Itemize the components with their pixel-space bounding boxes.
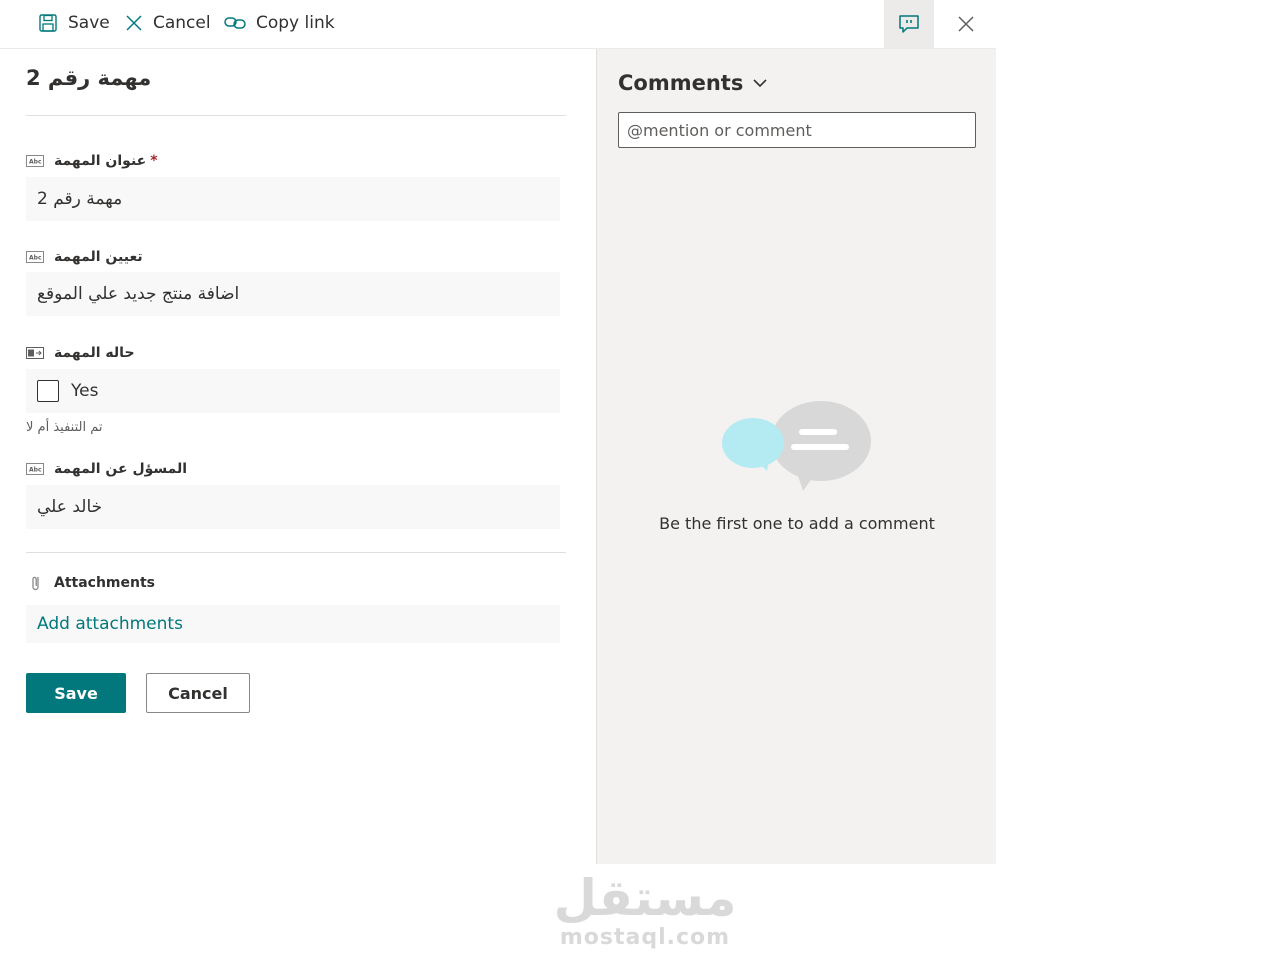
comments-empty-text: Be the first one to add a comment <box>659 514 935 533</box>
task-title-value: مهمة رقم 2 <box>37 189 123 209</box>
close-panel-button[interactable] <box>941 0 991 48</box>
field-label-row-task-status: حاله المهمة <box>26 343 135 363</box>
save-icon <box>39 14 57 32</box>
task-status-field: Yes <box>26 369 560 413</box>
toolbar-cancel-label: Cancel <box>153 13 211 33</box>
task-status-checkbox-label: Yes <box>71 381 99 401</box>
chat-bubbles-icon <box>722 401 871 491</box>
toggle-comments-button[interactable] <box>884 0 934 48</box>
svg-text:Abc: Abc <box>29 159 42 166</box>
toolbar-copy-link-label: Copy link <box>256 13 335 33</box>
watermark-latin: mostaql.com <box>559 925 731 950</box>
field-label-task-owner: المسؤل عن المهمة <box>54 461 188 477</box>
task-owner-value: خالد علي <box>37 497 103 517</box>
save-button[interactable]: Save <box>26 673 126 713</box>
task-status-hint: تم التنفيذ أم لا <box>26 420 103 435</box>
chevron-down-icon <box>753 78 767 87</box>
cancel-button[interactable]: Cancel <box>146 673 250 713</box>
toolbar-save-label: Save <box>68 13 110 33</box>
field-label-task-assignment: تعيين المهمة <box>54 249 143 265</box>
task-assignment-input[interactable]: اضافة منتج جديد علي الموقع <box>26 272 560 316</box>
item-title: مهمة رقم 2 <box>26 66 152 90</box>
text-field-icon: Abc <box>26 463 44 475</box>
mostaql-watermark: مستقل mostaql.com <box>540 870 750 950</box>
comments-header-label: Comments <box>618 71 744 95</box>
comment-icon <box>899 15 919 33</box>
close-icon <box>958 16 974 32</box>
task-owner-input[interactable]: خالد علي <box>26 485 560 529</box>
required-marker: * <box>150 153 158 169</box>
svg-text:Abc: Abc <box>29 467 42 474</box>
attachments-divider <box>26 552 566 553</box>
comments-header[interactable]: Comments <box>618 71 767 95</box>
watermark-arabic: مستقل <box>553 869 737 927</box>
field-label-task-title: عنوان المهمة <box>54 153 147 169</box>
paperclip-icon <box>26 574 44 592</box>
text-field-icon: Abc <box>26 251 44 263</box>
title-divider <box>26 115 566 116</box>
task-status-checkbox[interactable] <box>37 380 59 402</box>
add-attachments-link[interactable]: Add attachments <box>37 614 183 634</box>
attachments-label: Attachments <box>54 575 156 591</box>
field-label-row-task-title: Abc عنوان المهمة * <box>26 151 158 171</box>
text-field-icon: Abc <box>26 155 44 167</box>
toolbar-save-button[interactable]: Save <box>38 0 110 46</box>
task-title-input[interactable]: مهمة رقم 2 <box>26 177 560 221</box>
field-label-row-task-owner: Abc المسؤل عن المهمة <box>26 459 187 479</box>
yes-no-field-icon <box>26 347 44 359</box>
comments-pane: Comments Be the first one to add a comme… <box>596 49 996 864</box>
svg-text:Abc: Abc <box>29 255 42 262</box>
field-label-row-task-assignment: Abc تعيين المهمة <box>26 247 143 267</box>
toolbar-copy-link-button[interactable]: Copy link <box>224 0 335 46</box>
comments-empty-illustration <box>721 399 873 495</box>
comment-input[interactable] <box>618 112 976 148</box>
attachments-field: Add attachments <box>26 605 560 643</box>
task-assignment-value: اضافة منتج جديد علي الموقع <box>37 284 240 304</box>
attachments-label-row: Attachments <box>26 573 155 593</box>
link-icon <box>224 17 246 29</box>
field-label-task-status: حاله المهمة <box>54 345 135 361</box>
cancel-icon <box>126 15 142 31</box>
toolbar-cancel-button[interactable]: Cancel <box>125 0 211 46</box>
command-bar: Save Cancel Copy link <box>0 0 996 49</box>
